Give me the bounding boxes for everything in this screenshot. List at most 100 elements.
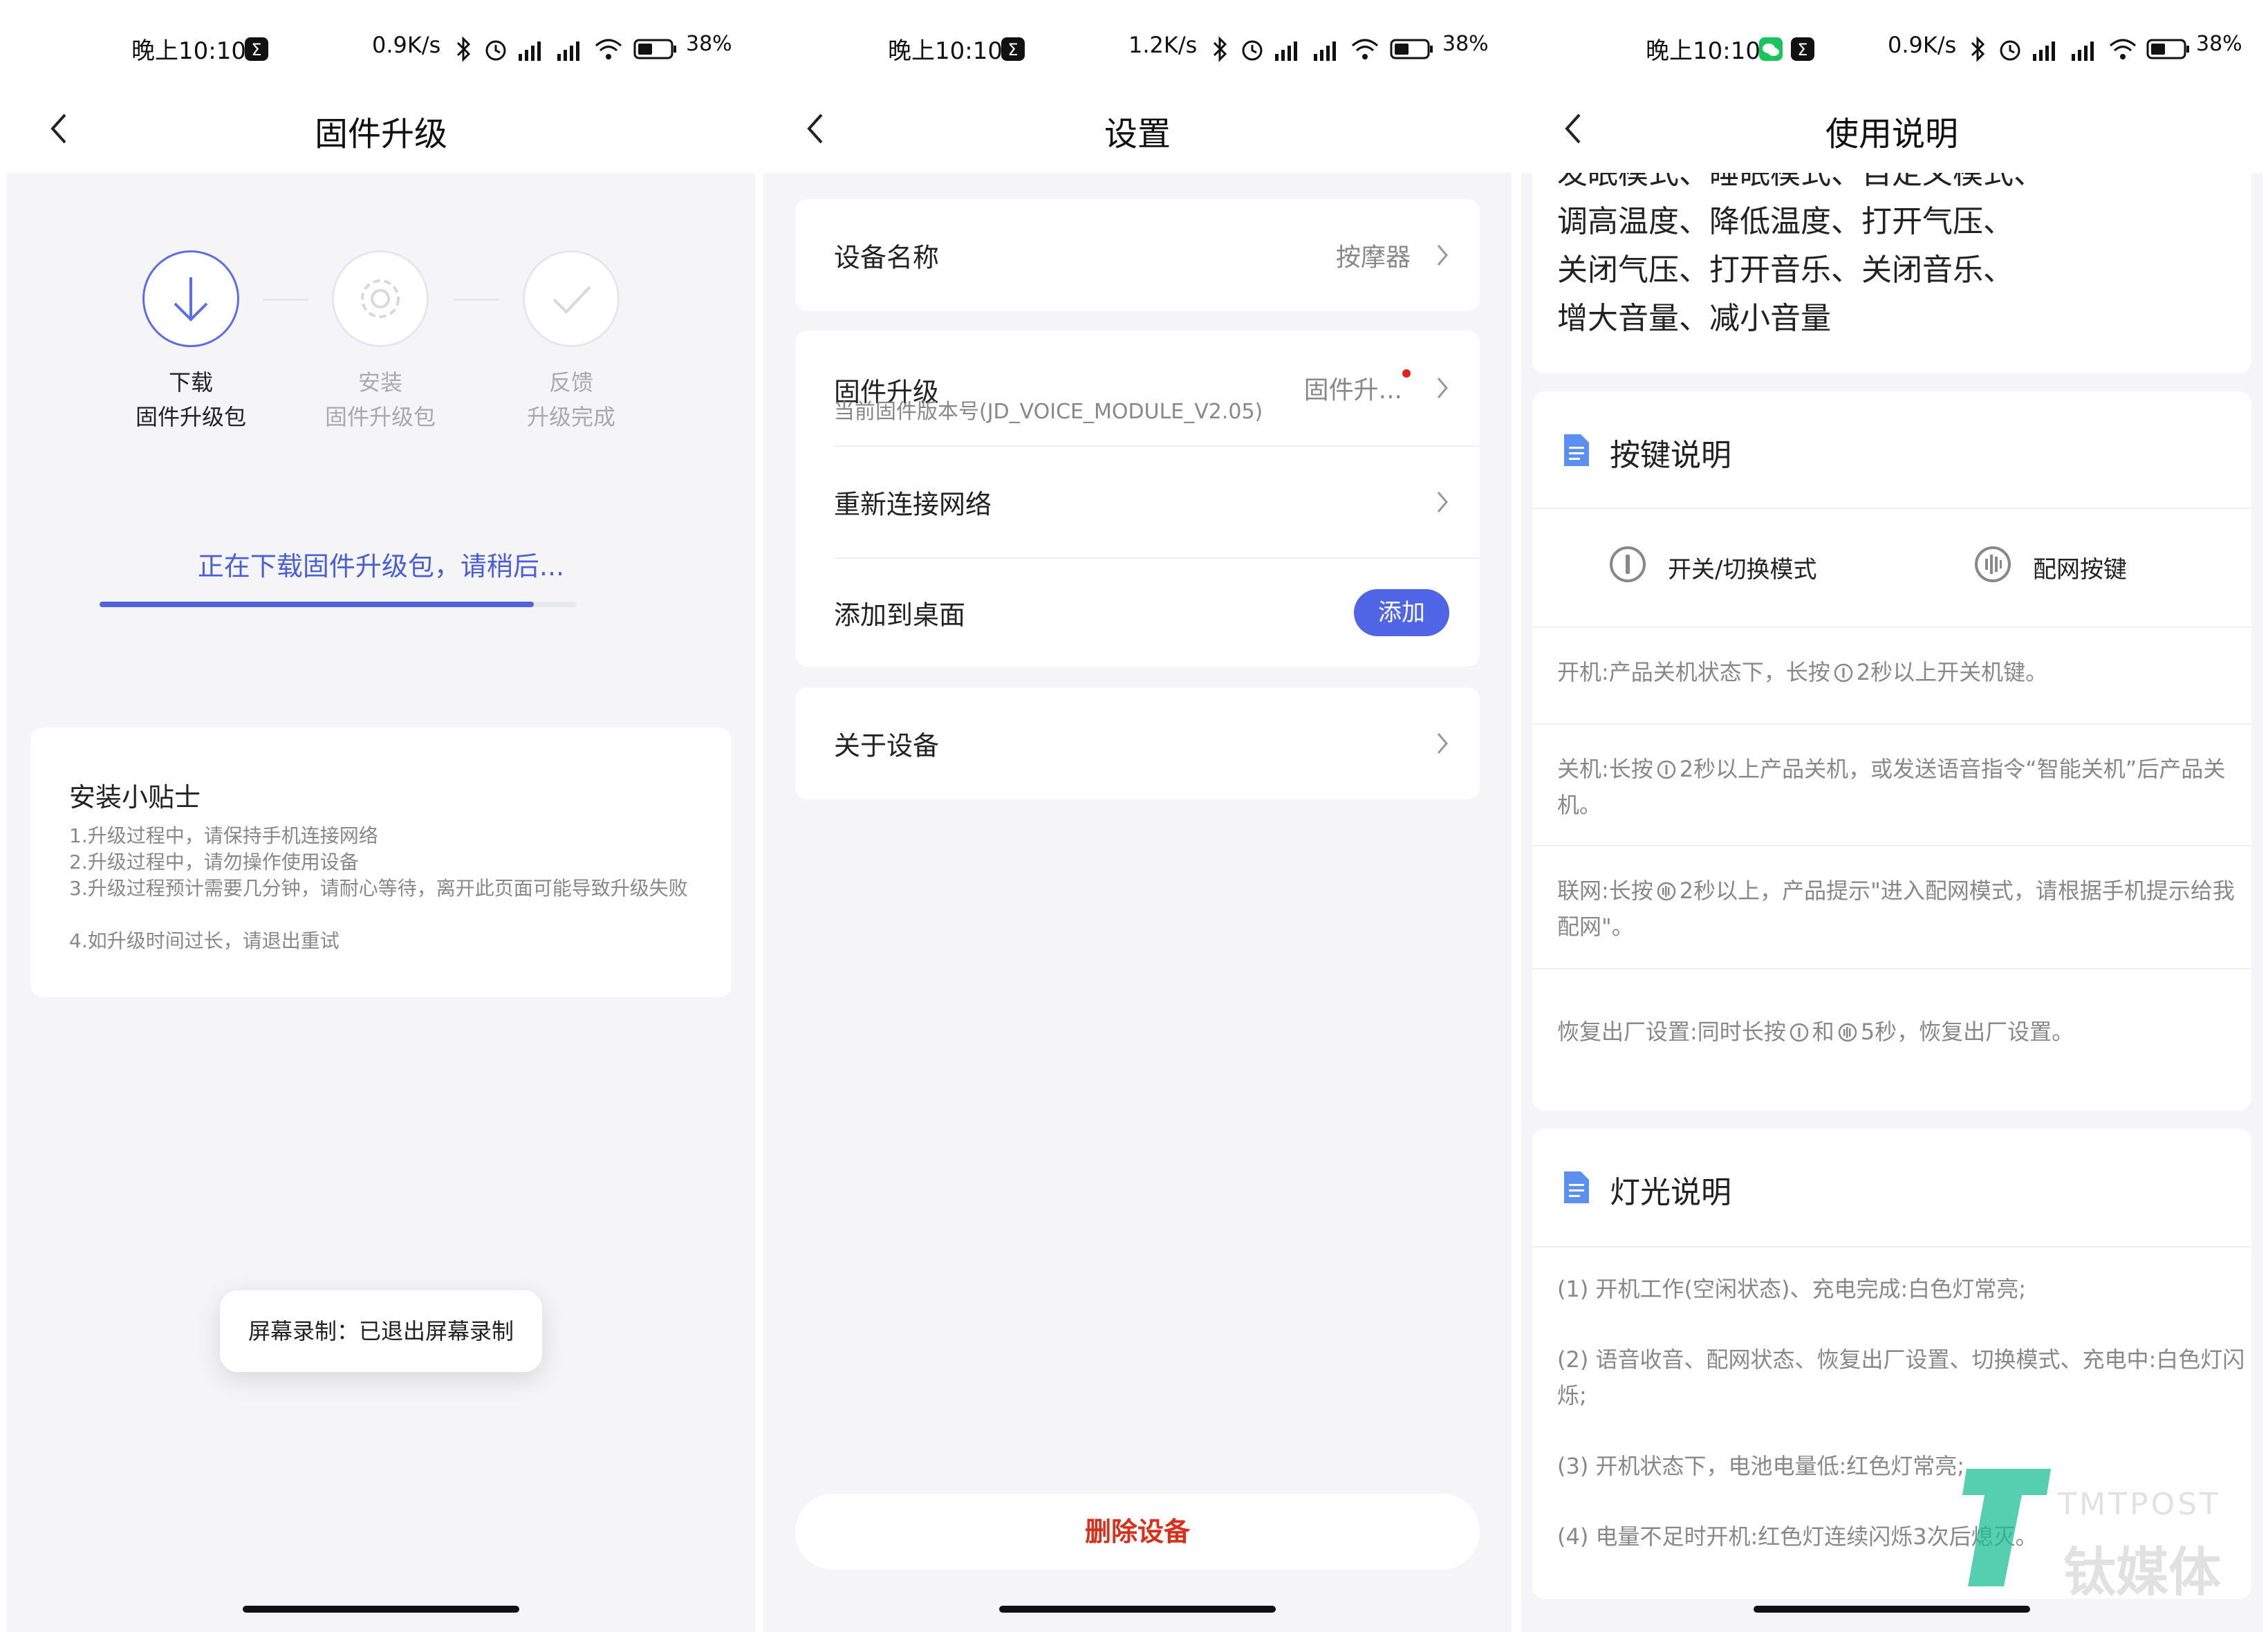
step-download	[142, 250, 239, 347]
page-title: 设置	[1104, 115, 1171, 154]
home-indicator[interactable]	[999, 1606, 1276, 1613]
signal-icon	[1314, 41, 1336, 61]
battery-level: 38%	[1442, 32, 1489, 56]
network-button-icon	[1657, 882, 1676, 901]
wechat-icon	[1759, 37, 1783, 61]
signal-icon	[2072, 41, 2094, 61]
document-icon	[1564, 434, 1589, 466]
firmware-upgrade-screen: 晚上10:10 Σ 0.9K/s 38% 固件升级 下载 固件升级包 安装 固件升级…	[7, 0, 755, 1632]
nav-bar: 使用说明	[1521, 90, 2262, 173]
signal-icon	[557, 41, 579, 61]
watermark-latin: TMTPOST	[2058, 1487, 2221, 1522]
firmware-version: 当前固件版本号(JD_VOICE_MODULE_V2.05)	[834, 400, 1263, 424]
svg-text:Σ: Σ	[251, 40, 261, 59]
step-label-feedback: 反馈 升级完成	[526, 369, 615, 430]
nav-bar: 设置	[763, 90, 1512, 173]
tip-line: 3.升级过程预计需要几分钟，请耐心等待，离开此页面可能导致升级失败	[69, 877, 688, 900]
download-arrow-icon	[174, 277, 208, 322]
download-progress-bar	[100, 602, 577, 607]
firmware-upgrade-row[interactable]: 固件升级 当前固件版本号(JD_VOICE_MODULE_V2.05) 固件升.…	[795, 331, 1480, 445]
tip-line: 2.升级过程中，请勿操作使用设备	[69, 851, 359, 873]
nav-bar: 固件升级	[7, 90, 755, 173]
svg-text:Σ: Σ	[1797, 40, 1807, 59]
tmtpost-logo-icon	[1962, 1469, 2051, 1586]
light-guide-title: 灯光说明	[1610, 1175, 1731, 1210]
feature-line: 关闭气压、打开音乐、关闭音乐、	[1557, 252, 2014, 288]
network-button-icon	[1838, 1023, 1857, 1042]
add-desktop-label: 添加到桌面	[834, 600, 966, 631]
network-rate: 0.9K/s	[372, 32, 441, 58]
power-button-icon	[1657, 760, 1676, 779]
battery-icon	[633, 39, 676, 59]
alarm-icon	[1242, 40, 1263, 61]
power-off-instruction: 关机:长按 2秒以上产品关机，或发送语音指令“智能关机”后产品关机。	[1557, 756, 2226, 818]
light-rule: (2) 语音收音、配网状态、恢复出厂设置、切换模式、充电中:白色灯闪烁;	[1557, 1346, 2245, 1409]
step-install	[332, 250, 429, 347]
voice-commands-card: 发眠模式、睡眠模式、自定义模式、 调高温度、降低温度、打开气压、 关闭气压、打开…	[1532, 138, 2251, 373]
battery-level: 38%	[2196, 32, 2242, 56]
light-guide-card: 灯光说明 (1) 开机工作(空闲状态)、充电完成:白色灯常亮; (2) 语音收音…	[1532, 1129, 2251, 1599]
install-tips-card: 安装小贴士 1.升级过程中，请保持手机连接网络 2.升级过程中，请勿操作使用设备…	[30, 727, 732, 997]
firmware-value: 固件升...	[1303, 376, 1402, 405]
light-rule: (3) 开机状态下，电池电量低:红色灯常亮;	[1557, 1453, 1965, 1479]
gear-icon	[361, 279, 400, 318]
feature-line: 调高温度、降低温度、打开气压、	[1557, 204, 2014, 239]
battery-icon	[1390, 39, 1433, 59]
feature-line: 增大音量、减小音量	[1557, 301, 1831, 336]
section-divider	[1532, 968, 2251, 970]
bluetooth-icon	[456, 36, 471, 62]
device-name-value: 按摩器	[1335, 243, 1411, 272]
battery-level: 38%	[686, 32, 732, 56]
device-name-row[interactable]: 设备名称 按摩器	[795, 199, 1480, 311]
tips-title: 安装小贴士	[69, 782, 201, 813]
section-divider	[1532, 723, 2251, 725]
chevron-right-icon	[1437, 378, 1448, 398]
step-label-install: 安装 固件升级包	[324, 369, 436, 430]
factory-reset-instruction: 恢复出厂设置:同时长按和 5秒，恢复出厂设置。	[1557, 1019, 2074, 1045]
screen-record-toast: 屏幕录制：已退出屏幕录制	[220, 1290, 542, 1372]
settings-screen: 晚上10:10 Σ 1.2K/s 38% 设置 设备名称 按摩器 固件升级 当前…	[763, 0, 1512, 1632]
bluetooth-icon	[1971, 36, 1985, 62]
watermark-cn: 钛媒体	[2063, 1541, 2221, 1603]
status-time: 晚上10:10	[888, 37, 1003, 65]
page-title: 固件升级	[314, 115, 447, 154]
step-connector	[263, 299, 308, 301]
network-rate: 1.2K/s	[1128, 32, 1198, 58]
home-indicator[interactable]	[243, 1606, 519, 1613]
chevron-right-icon	[1437, 492, 1448, 512]
app-notification-icon: Σ	[1001, 37, 1025, 61]
network-instruction: 联网:长按 2秒以上，产品提示"进入配网模式，请根据手机提示给我配网"。	[1557, 878, 2235, 940]
section-divider	[1532, 1246, 2251, 1248]
chevron-right-icon	[1437, 245, 1448, 266]
device-name-label: 设备名称	[834, 242, 940, 273]
download-status-text: 正在下载固件升级包，请稍后...	[197, 551, 565, 582]
update-badge	[1402, 369, 1411, 378]
wifi-icon	[595, 39, 622, 59]
delete-device-button[interactable]: 删除设备	[795, 1494, 1480, 1570]
add-button[interactable]: 添加	[1354, 589, 1449, 636]
step-connector	[454, 299, 499, 301]
section-divider	[1532, 508, 2251, 509]
home-indicator[interactable]	[1754, 1606, 2030, 1613]
about-label: 关于设备	[834, 730, 940, 761]
reconnect-network-row[interactable]: 重新连接网络	[795, 447, 1480, 557]
about-card: 关于设备	[795, 687, 1480, 799]
button-guide-card: 按键说明 开关/切换模式 配网按键 开机:产品关机状态下，长按 2秒以上开关机键。…	[1532, 391, 2251, 1111]
network-button-icon	[1975, 546, 2011, 582]
power-button-icon	[1834, 663, 1853, 683]
about-device-row[interactable]: 关于设备	[795, 687, 1480, 799]
power-button-icon	[1610, 546, 1646, 582]
status-time: 晚上10:10	[1646, 37, 1760, 65]
status-time: 晚上10:10	[131, 37, 246, 65]
bluetooth-icon	[1213, 36, 1227, 62]
step-feedback	[523, 250, 620, 347]
step-label-download: 下载 固件升级包	[135, 369, 246, 430]
status-bar: 晚上10:10 Σ 1.2K/s 38%	[763, 0, 1512, 90]
chevron-right-icon	[1437, 733, 1448, 754]
tip-line: 4.如升级时间过长，请退出重试	[69, 929, 340, 952]
section-divider	[1532, 627, 2251, 628]
section-divider	[1532, 845, 2251, 846]
signal-hd-icon	[519, 41, 541, 61]
checkmark-icon	[552, 286, 591, 314]
light-rule: (1) 开机工作(空闲状态)、充电完成:白色灯常亮;	[1557, 1276, 2027, 1302]
